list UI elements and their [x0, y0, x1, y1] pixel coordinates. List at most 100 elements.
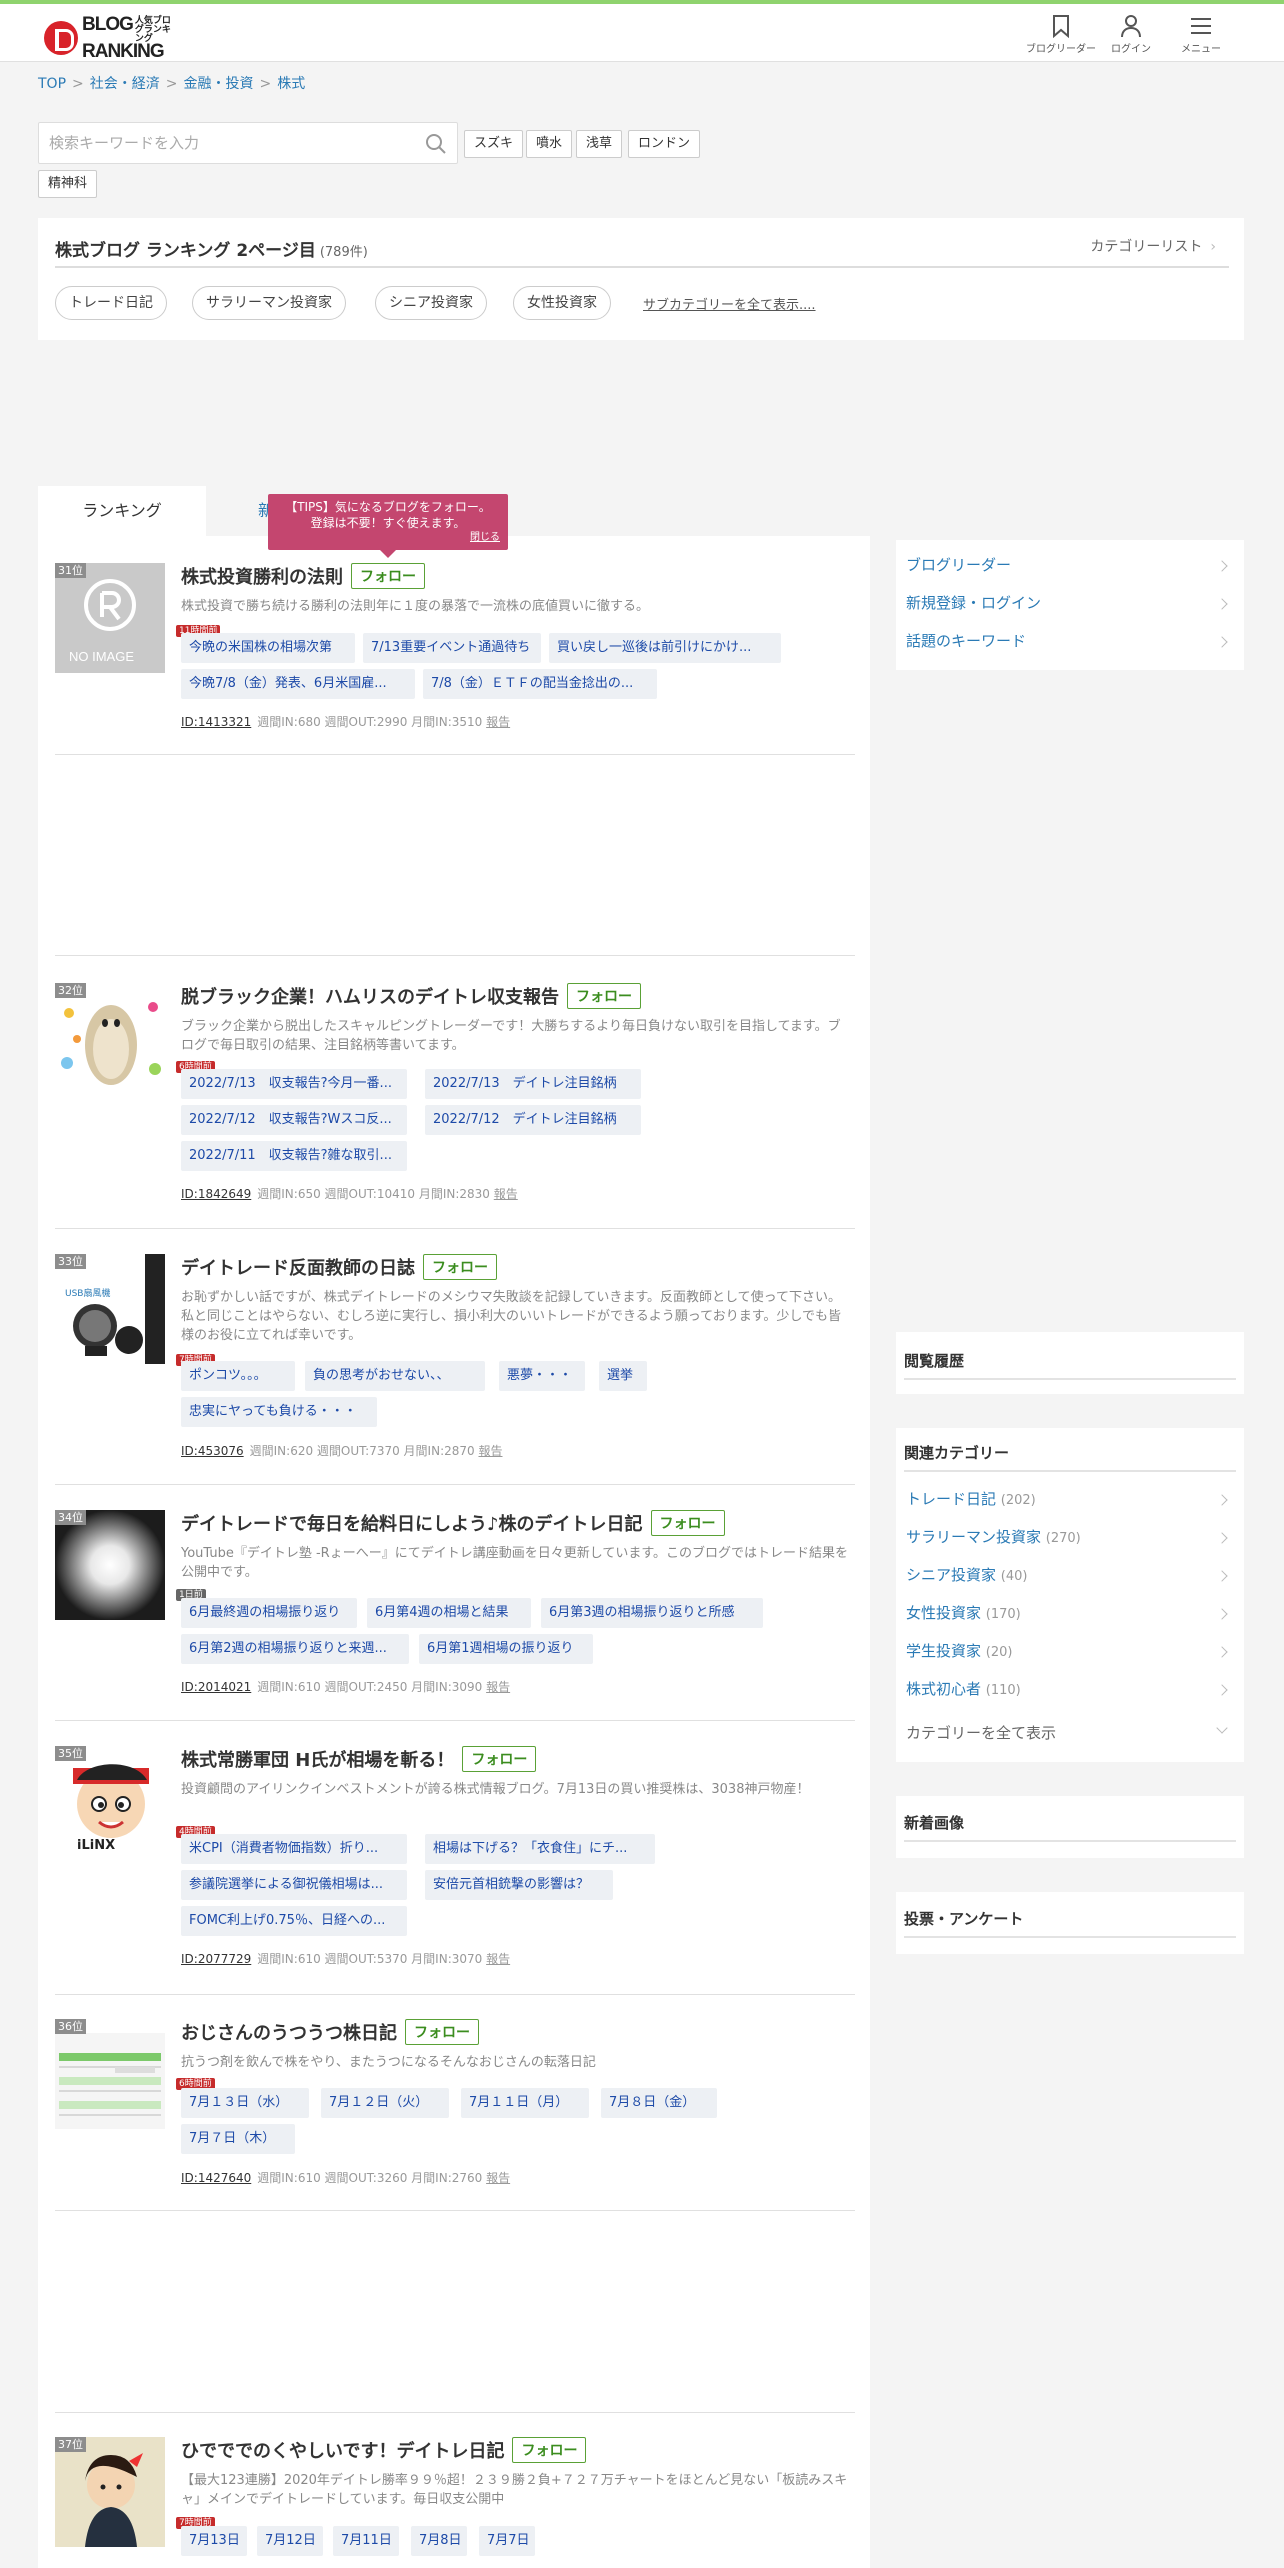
keyword-tag[interactable]: スズキ: [464, 130, 524, 158]
breadcrumb-stocks[interactable]: 株式: [277, 76, 305, 92]
related-category-link[interactable]: 株式初心者 (110): [906, 1678, 1021, 1699]
article-link[interactable]: 7月7日: [479, 2526, 535, 2556]
tab-ranking[interactable]: ランキング: [38, 486, 206, 536]
article-link[interactable]: 相場は下げる？「衣食住」にチ...: [425, 1834, 655, 1864]
article-link[interactable]: 2022/7/13 デイトレ注目銘柄: [425, 1069, 641, 1099]
article-link[interactable]: 2022/7/13 収支報告?今月一番...: [181, 1069, 407, 1099]
article-link[interactable]: 7月12日: [257, 2526, 323, 2556]
follow-button[interactable]: フォロー: [512, 2437, 587, 2463]
related-category-link[interactable]: トレード日記 (202): [906, 1488, 1036, 1509]
related-category-link[interactable]: 学生投資家 (20): [906, 1640, 1012, 1661]
blog-thumbnail[interactable]: 33位 USB扇風機: [55, 1254, 165, 1364]
keyword-tag[interactable]: 噴水: [526, 130, 573, 158]
login-button[interactable]: ログイン: [1096, 12, 1166, 55]
article-link[interactable]: 7/8（金）ＥＴＦの配当金捻出の...: [423, 669, 657, 699]
blog-title[interactable]: 脱ブラック企業！ハムリスのデイトレ収支報告 フォロー: [181, 983, 641, 1009]
follow-button[interactable]: フォロー: [423, 1254, 497, 1280]
article-link[interactable]: 7月8日: [411, 2526, 467, 2556]
blog-id-link[interactable]: ID:1413321: [181, 715, 251, 729]
article-link[interactable]: 6月第2週の相場振り返りと来週...: [181, 1634, 409, 1664]
article-link[interactable]: 悪夢・・・: [499, 1361, 585, 1391]
blog-thumbnail[interactable]: 32位: [55, 983, 165, 1093]
tips-close-link[interactable]: 閉じる: [470, 530, 500, 546]
blog-title[interactable]: ひでででのくやしいです！デイトレ日記 フォロー: [181, 2437, 587, 2463]
follow-button[interactable]: フォロー: [650, 1510, 725, 1536]
keyword-tag[interactable]: 精神科: [38, 170, 98, 198]
blog-title[interactable]: デイトレード反面教師の日誌 フォロー: [181, 1254, 497, 1280]
article-link[interactable]: 2022/7/12 収支報告?Wスコ反...: [181, 1105, 407, 1135]
sidebar-item-register-login[interactable]: 新規登録・ログイン: [906, 592, 1041, 613]
blog-thumbnail[interactable]: 34位: [55, 1510, 165, 1620]
blog-thumbnail[interactable]: 31位 NO IMAGE: [55, 563, 165, 673]
report-link[interactable]: 報告: [486, 2171, 510, 2185]
blog-thumbnail[interactable]: 37位: [55, 2437, 165, 2547]
report-link[interactable]: 報告: [486, 1680, 510, 1694]
subcategory-pill[interactable]: トレード日記: [55, 286, 167, 320]
article-link[interactable]: 7月11日: [333, 2526, 399, 2556]
article-link[interactable]: 負の思考がおせない、、: [305, 1361, 485, 1391]
article-link[interactable]: 2022/7/11 収支報告?雑な取引...: [181, 1141, 407, 1171]
article-link[interactable]: 7月１１日（月）: [461, 2088, 589, 2118]
blog-title[interactable]: 株式投資勝利の法則 フォロー: [181, 563, 425, 589]
search-input[interactable]: [39, 123, 409, 163]
related-category-link[interactable]: サラリーマン投資家 (270): [906, 1526, 1081, 1547]
blog-id-link[interactable]: ID:2077729: [181, 1952, 251, 1966]
subcategory-pill[interactable]: 女性投資家: [513, 286, 611, 320]
article-link[interactable]: 6月第4週の相場と結果: [367, 1598, 531, 1628]
subcategory-pill[interactable]: サラリーマン投資家: [192, 286, 346, 320]
keyword-tag[interactable]: ロンドン: [628, 130, 701, 158]
related-category-link[interactable]: シニア投資家 (40): [906, 1564, 1027, 1585]
breadcrumb-finance[interactable]: 金融・投資: [183, 76, 253, 92]
report-link[interactable]: 報告: [478, 1444, 502, 1458]
article-link[interactable]: ポンコツ。。。: [181, 1361, 295, 1391]
article-link[interactable]: 7月１３日（水）: [181, 2088, 309, 2118]
article-link[interactable]: 米CPI（消費者物価指数）折り...: [181, 1834, 407, 1864]
blog-id-link[interactable]: ID:2014021: [181, 1680, 251, 1694]
blog-id-link[interactable]: ID:1427640: [181, 2171, 251, 2185]
blog-reader-button[interactable]: ブログリーダー: [1026, 12, 1096, 55]
menu-button[interactable]: メニュー: [1166, 12, 1236, 55]
sidebar-item-blog-reader[interactable]: ブログリーダー: [906, 554, 1011, 575]
article-link[interactable]: 忠実にヤっても負ける・・・: [181, 1397, 377, 1427]
subcategory-pill[interactable]: シニア投資家: [375, 286, 487, 320]
breadcrumb-top[interactable]: TOP: [38, 76, 66, 92]
article-link[interactable]: 今晩7/8（金）発表、6月米国雇...: [181, 669, 415, 699]
search-icon[interactable]: [425, 133, 447, 159]
article-link[interactable]: 7/13重要イベント通過待ち: [363, 633, 541, 663]
blog-thumbnail[interactable]: 36位: [55, 2019, 165, 2129]
blog-id-link[interactable]: ID:1842649: [181, 1187, 251, 1201]
article-link[interactable]: 6月第1週相場の振り返り: [419, 1634, 593, 1664]
follow-button[interactable]: フォロー: [351, 563, 425, 589]
article-link[interactable]: 選挙: [599, 1361, 647, 1391]
article-link[interactable]: 安倍元首相銃撃の影響は？: [425, 1870, 613, 1900]
follow-button[interactable]: フォロー: [405, 2019, 479, 2045]
sidebar-item-trending-keywords[interactable]: 話題のキーワード: [906, 630, 1026, 651]
breadcrumb-society[interactable]: 社会・経済: [90, 76, 160, 92]
category-list-link[interactable]: カテゴリーリスト ›: [1090, 236, 1216, 256]
article-link[interactable]: 2022/7/12 デイトレ注目銘柄: [425, 1105, 641, 1135]
article-link[interactable]: 7月13日: [181, 2526, 247, 2556]
report-link[interactable]: 報告: [486, 1952, 510, 1966]
show-all-categories-button[interactable]: カテゴリーを全て表示: [906, 1722, 1056, 1743]
follow-button[interactable]: フォロー: [462, 1746, 537, 1772]
article-link[interactable]: 参議院選挙による御祝儀相場は...: [181, 1870, 407, 1900]
article-link[interactable]: 6月最終週の相場振り返り: [181, 1598, 357, 1628]
article-link[interactable]: 今晩の米国株の相場次第: [181, 633, 355, 663]
blog-title[interactable]: 株式常勝軍団 H氏が相場を斬る！ フォロー: [181, 1746, 537, 1772]
related-category-link[interactable]: 女性投資家 (170): [906, 1602, 1021, 1623]
follow-button[interactable]: フォロー: [567, 983, 641, 1009]
blog-title[interactable]: おじさんのうつうつ株日記 フォロー: [181, 2019, 479, 2045]
blog-id-link[interactable]: ID:453076: [181, 1444, 244, 1458]
blog-thumbnail[interactable]: 35位 iLiNX: [55, 1746, 165, 1856]
article-link[interactable]: 7月８日（金）: [601, 2088, 717, 2118]
report-link[interactable]: 報告: [486, 715, 510, 729]
article-link[interactable]: 7月１２日（火）: [321, 2088, 449, 2118]
article-link[interactable]: FOMC利上げ0.75％、日経への...: [181, 1906, 407, 1936]
article-link[interactable]: 買い戻し一巡後は前引けにかけ...: [549, 633, 781, 663]
report-link[interactable]: 報告: [494, 1187, 518, 1201]
blog-title[interactable]: デイトレードで毎日を給料日にしよう♪株のデイトレ日記 フォロー: [181, 1510, 725, 1536]
site-logo[interactable]: BLOG 人気ブログランキング RANKING: [44, 15, 173, 61]
article-link[interactable]: 7月７日（木）: [181, 2124, 295, 2154]
keyword-tag[interactable]: 浅草: [576, 130, 623, 158]
article-link[interactable]: 6月第3週の相場振り返りと所感: [541, 1598, 763, 1628]
